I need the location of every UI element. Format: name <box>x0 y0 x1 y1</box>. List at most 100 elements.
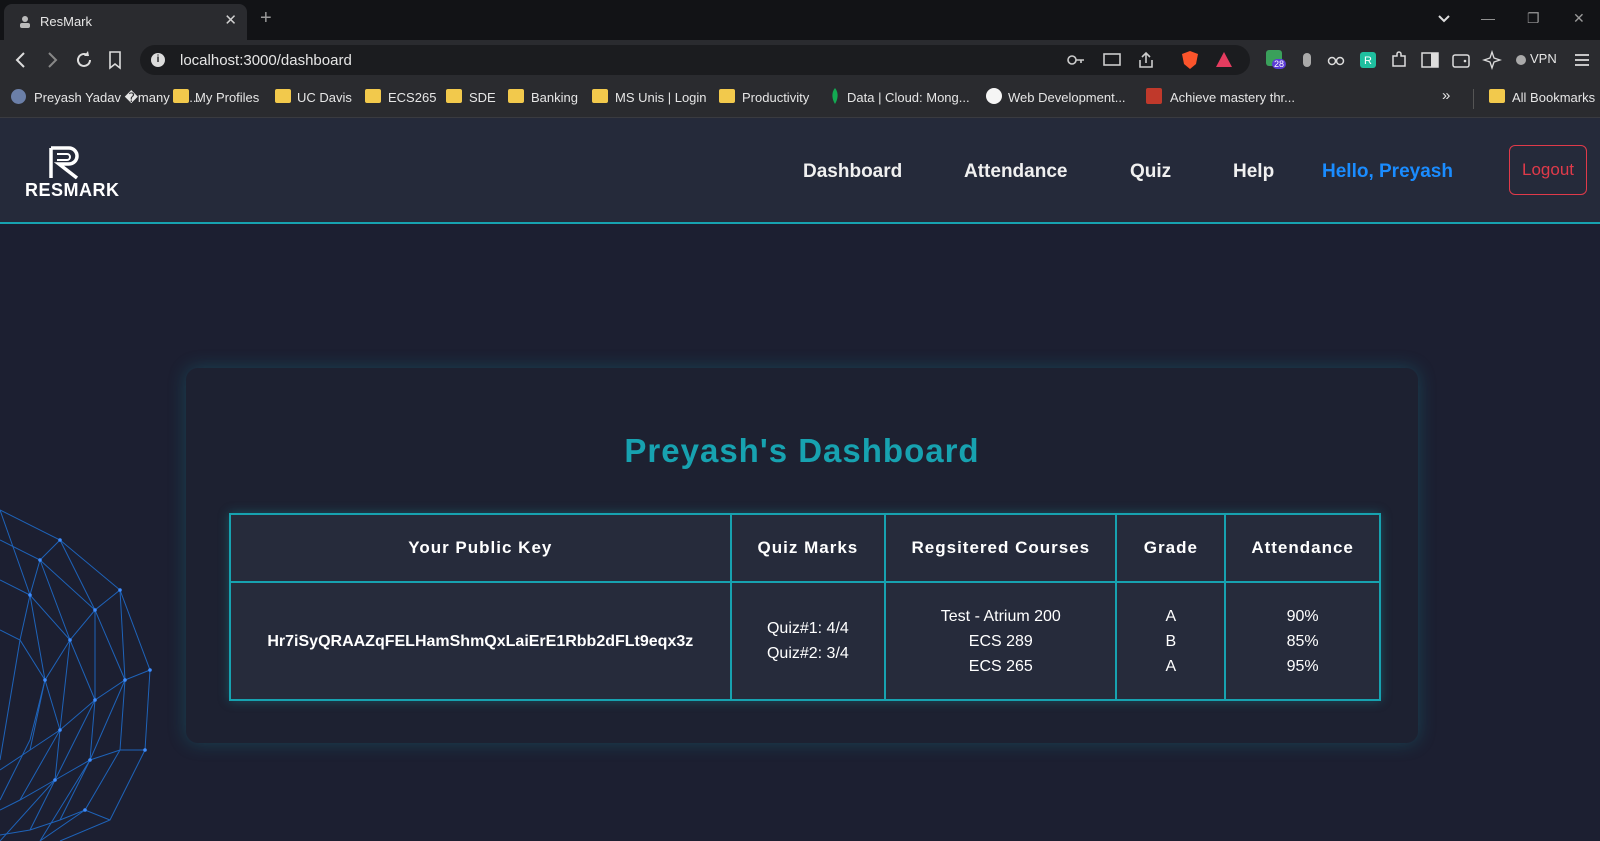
nav-attendance[interactable]: Attendance <box>964 161 1067 183</box>
header-attendance: Attendance <box>1224 513 1381 583</box>
folder-icon <box>592 89 608 103</box>
attendance-value: 85% <box>1286 632 1319 650</box>
brave-shield-icon[interactable] <box>1180 50 1200 70</box>
wallet-icon[interactable] <box>1451 50 1471 70</box>
extension-badge-wrap[interactable]: 28 <box>1266 50 1287 72</box>
folder-icon <box>275 89 291 103</box>
folder-icon <box>1489 89 1505 103</box>
address-bar[interactable]: i localhost:3000/dashboard <box>140 45 1250 75</box>
bookmark-item[interactable]: UC Davis <box>297 90 352 105</box>
leo-ai-icon[interactable] <box>1482 50 1502 70</box>
bookmark-item[interactable]: ECS265 <box>388 90 436 105</box>
folder-icon <box>365 89 381 103</box>
course-name: ECS 265 <box>968 657 1033 675</box>
course-name: Test - Atrium 200 <box>940 607 1061 625</box>
table-row: Hr7iSyQRAAZqFELHamShmQxLaiErE1Rbb2dFLt9e… <box>229 581 1381 701</box>
attendance-value: 90% <box>1286 607 1319 625</box>
extension-r-icon[interactable]: R <box>1358 50 1378 70</box>
folder-icon <box>173 89 189 103</box>
bookmark-item[interactable]: Productivity <box>742 90 809 105</box>
password-key-icon[interactable] <box>1066 50 1086 70</box>
public-key-value: Hr7iSyQRAAZqFELHamShmQxLaiErE1Rbb2dFLt9e… <box>267 632 694 650</box>
wireframe-globe-icon <box>0 509 152 841</box>
all-bookmarks[interactable]: All Bookmarks <box>1512 90 1595 105</box>
browser-tab-resmark[interactable]: ResMark ✕ <box>4 4 247 40</box>
new-tab-icon[interactable]: + <box>260 7 272 30</box>
course-name: ECS 289 <box>968 632 1033 650</box>
grade-value: A <box>1165 657 1177 675</box>
share-icon[interactable] <box>1136 50 1156 70</box>
header-public-key: Your Public Key <box>229 513 732 583</box>
bookmark-item[interactable]: Achieve mastery thr... <box>1170 90 1295 105</box>
main-menu-icon[interactable] <box>1572 50 1592 70</box>
nav-dashboard[interactable]: Dashboard <box>803 161 902 183</box>
nav-help[interactable]: Help <box>1233 161 1274 183</box>
tab-favicon-icon <box>20 16 30 28</box>
cast-icon[interactable] <box>1102 50 1122 70</box>
grade-value: A <box>1165 607 1177 625</box>
browser-toolbar: i localhost:3000/dashboard 28 R VPN <box>0 40 1600 80</box>
grade-value: B <box>1165 632 1177 650</box>
more-bookmarks-chevron-icon[interactable]: » <box>1442 87 1450 104</box>
mongodb-leaf-icon <box>832 88 838 104</box>
header-registered-courses: Regsitered Courses <box>884 513 1118 583</box>
logo-text: RESMARK <box>25 180 120 200</box>
site-icon <box>986 88 1002 104</box>
vpn-label: VPN <box>1530 51 1557 66</box>
bookmarks-bar: Preyash Yadav �many Po... My Profiles UC… <box>0 80 1600 118</box>
restore-icon[interactable]: ❐ <box>1527 10 1540 27</box>
bookmark-item[interactable]: SDE <box>469 90 496 105</box>
tab-title: ResMark <box>40 14 93 29</box>
bookmark-item[interactable]: My Profiles <box>195 90 259 105</box>
bookmark-item[interactable]: Web Development... <box>1008 90 1126 105</box>
dashboard-table: Your Public Key Quiz Marks Regsitered Co… <box>229 513 1381 701</box>
forward-icon[interactable] <box>41 49 63 71</box>
bookmark-item[interactable]: Banking <box>531 90 578 105</box>
profile-icon <box>11 89 26 104</box>
quiz-mark: Quiz#1: 4/4 <box>766 620 849 637</box>
quiz-marks-cell: Quiz#1: 4/4 Quiz#2: 3/4 <box>729 581 887 701</box>
vpn-status-dot-icon <box>1516 55 1526 65</box>
grades-cell: A B A <box>1115 581 1227 701</box>
site-icon <box>1146 88 1162 104</box>
logo[interactable]: RESMARK <box>0 118 130 224</box>
attendance-value: 95% <box>1286 657 1319 675</box>
table-header-row: Your Public Key Quiz Marks Regsitered Co… <box>229 513 1381 583</box>
resmark-logo-icon <box>49 146 79 180</box>
greeting-text: Hello, Preyash <box>1322 161 1453 182</box>
folder-icon <box>508 89 524 103</box>
dashboard-card: Preyash's Dashboard Your Public Key Quiz… <box>186 368 1418 743</box>
bookmarks-divider <box>1473 89 1474 109</box>
quiz-mark: Quiz#2: 3/4 <box>766 645 849 662</box>
tab-close-icon[interactable]: ✕ <box>224 13 237 29</box>
page-title: Preyash's Dashboard <box>624 432 980 469</box>
brave-rewards-icon[interactable] <box>1214 50 1234 70</box>
folder-icon <box>719 89 735 103</box>
svg-text:R: R <box>1364 55 1372 67</box>
header-grade: Grade <box>1115 513 1227 583</box>
bookmark-item[interactable]: Data | Cloud: Mong... <box>847 90 970 105</box>
tab-search-chevron-icon[interactable] <box>1437 14 1451 24</box>
nav-quiz[interactable]: Quiz <box>1130 161 1171 183</box>
extension-mouse-icon[interactable] <box>1297 50 1317 70</box>
attendance-cell: 90% 85% 95% <box>1224 581 1381 701</box>
header-quiz-marks: Quiz Marks <box>729 513 887 583</box>
browser-tabstrip: ResMark ✕ + — ❐ ✕ <box>0 0 1600 40</box>
logout-button[interactable]: Logout <box>1509 145 1587 195</box>
app-navbar: RESMARK Dashboard Attendance Quiz Help H… <box>0 118 1600 224</box>
extension-badge-count: 28 <box>1272 59 1287 69</box>
site-info-icon[interactable]: i <box>151 53 165 67</box>
bookmark-item[interactable]: MS Unis | Login <box>615 90 707 105</box>
bookmark-icon[interactable] <box>104 49 126 71</box>
folder-icon <box>446 89 462 103</box>
url-text[interactable]: localhost:3000/dashboard <box>180 52 352 69</box>
window-close-icon[interactable]: ✕ <box>1573 10 1585 27</box>
back-icon[interactable] <box>10 49 32 71</box>
extension-glasses-icon[interactable] <box>1326 50 1346 70</box>
public-key-cell: Hr7iSyQRAAZqFELHamShmQxLaiErE1Rbb2dFLt9e… <box>229 581 732 701</box>
extensions-puzzle-icon[interactable] <box>1389 50 1409 70</box>
courses-cell: Test - Atrium 200 ECS 289 ECS 265 <box>884 581 1118 701</box>
sidebar-toggle-icon[interactable] <box>1420 50 1440 70</box>
reload-icon[interactable] <box>73 49 95 71</box>
minimize-icon[interactable]: — <box>1481 10 1495 26</box>
